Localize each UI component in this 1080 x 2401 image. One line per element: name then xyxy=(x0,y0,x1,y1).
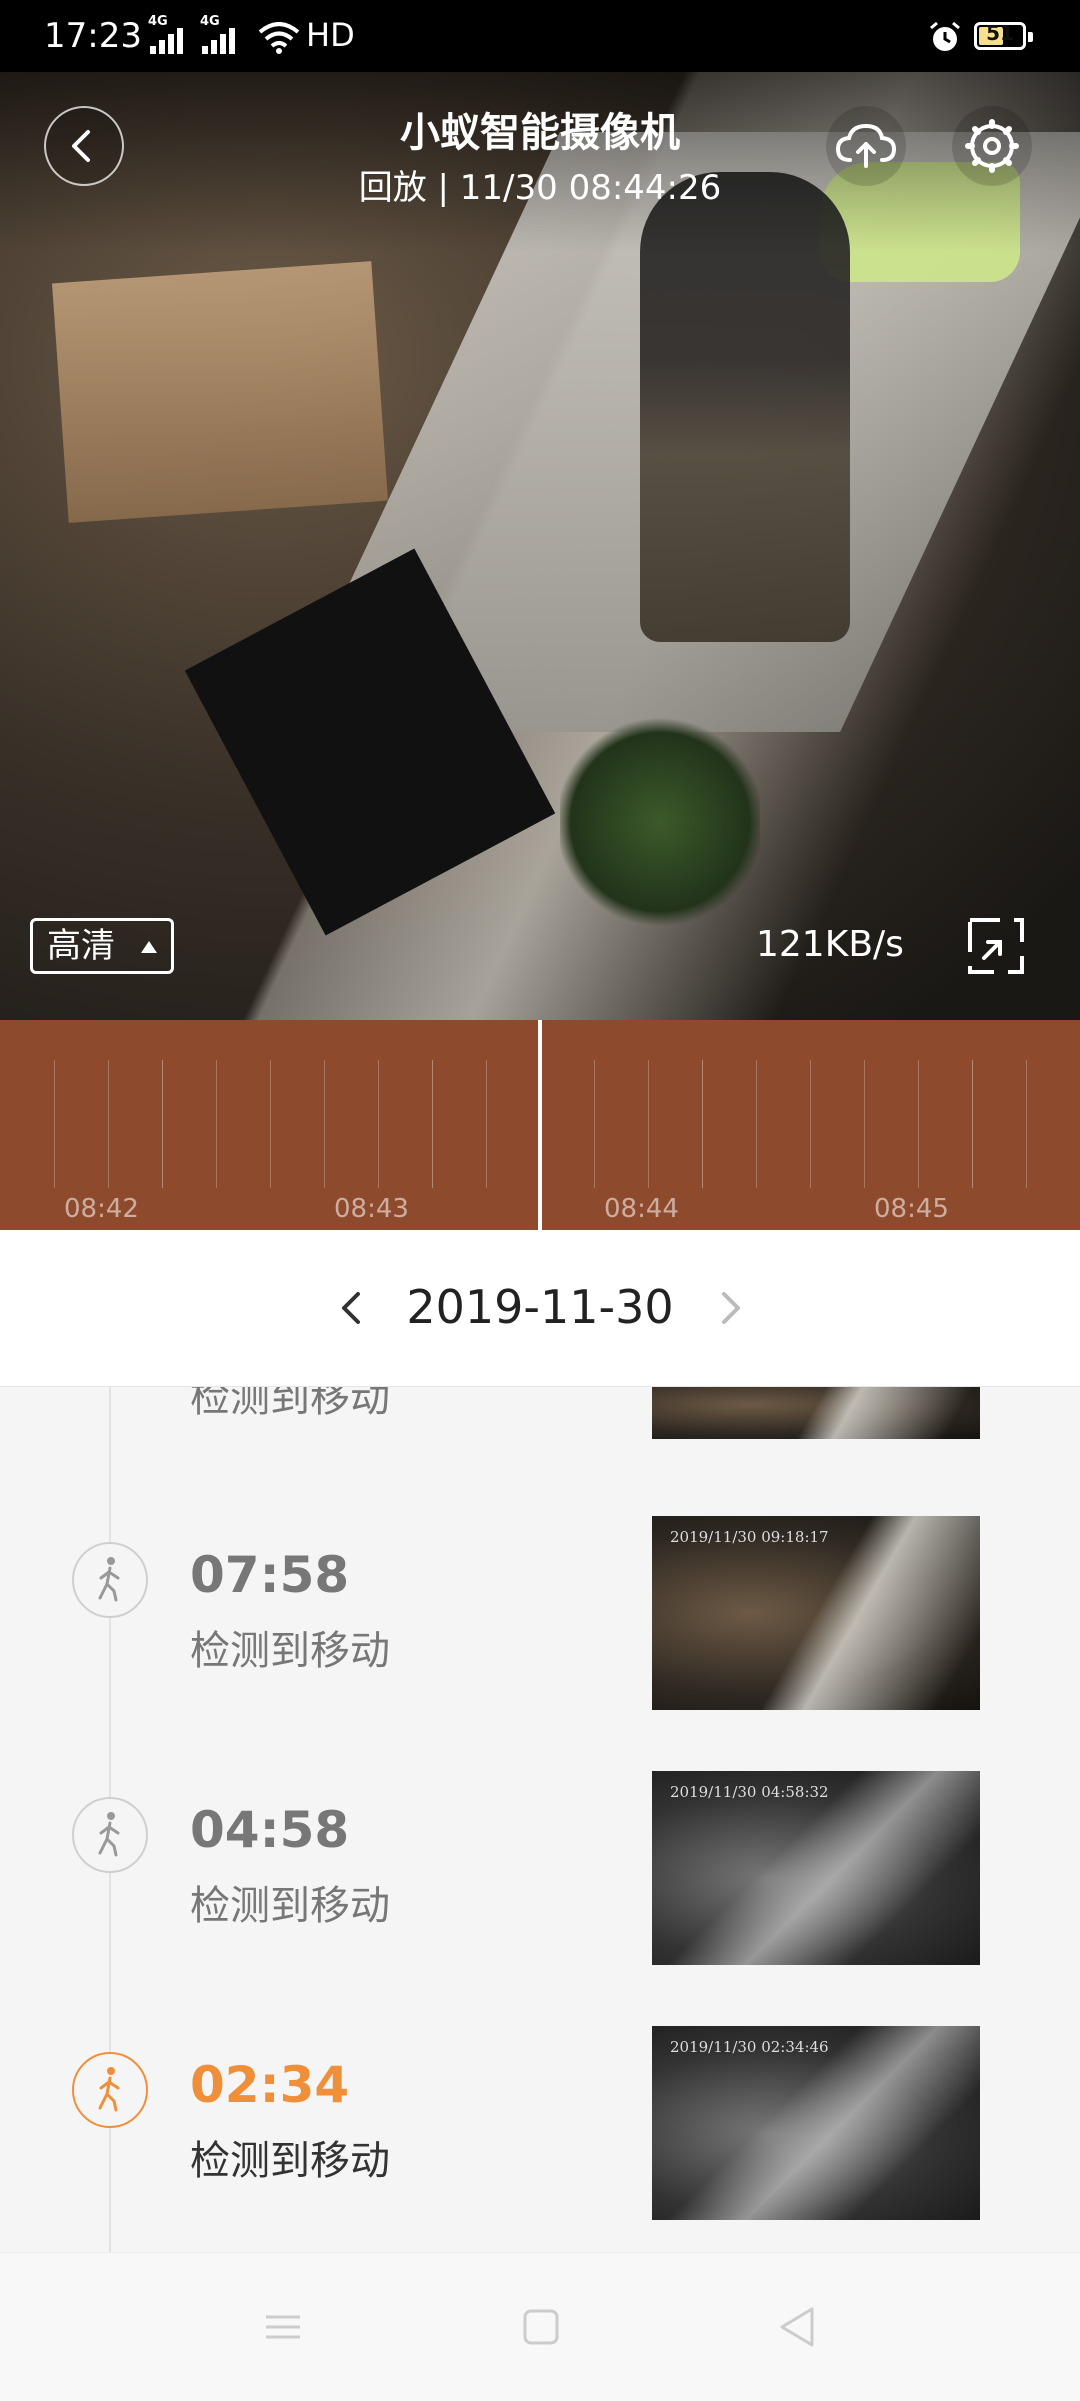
wifi-icon xyxy=(258,22,300,54)
thumbnail-timestamp: 2019/11/30 02:34:46 xyxy=(670,2038,829,2056)
timeline-label: 08:42 xyxy=(64,1194,139,1224)
timeline-tick xyxy=(702,1060,703,1188)
battery-icon: 51 xyxy=(974,21,1033,50)
list-item[interactable]: 07:58 检测到移动 2019/11/30 09:18:17 xyxy=(0,1516,1080,1726)
network-speed: 121KB/s xyxy=(756,924,904,965)
event-label: 检测到移动 xyxy=(190,2138,390,2184)
list-item-selected[interactable]: 02:34 检测到移动 2019/11/30 02:34:46 xyxy=(0,2026,1080,2236)
home-icon[interactable] xyxy=(516,2297,566,2357)
timeline-tick xyxy=(324,1060,325,1188)
event-label: 检测到移动 xyxy=(190,1883,390,1929)
event-time: 04:58 xyxy=(190,1801,350,1859)
alarm-clock-icon xyxy=(930,21,960,51)
timeline-tick xyxy=(378,1060,379,1188)
event-label: 检测到移动 xyxy=(190,1628,390,1674)
cloud-upload-button[interactable] xyxy=(826,106,906,186)
playback-info: 回放 | 11/30 08:44:26 xyxy=(358,168,722,208)
timeline-tick xyxy=(108,1060,109,1188)
timeline-tick xyxy=(162,1060,163,1188)
date-navigator: 2019-11-30 xyxy=(0,1230,1080,1387)
video-player[interactable]: 小蚁智能摄像机 回放 | 11/30 08:44:26 高清 121KB/s xyxy=(0,72,1080,1020)
system-navigation-bar xyxy=(0,2252,1080,2401)
timeline-tick xyxy=(54,1060,55,1188)
battery-level: 51 xyxy=(986,21,1014,45)
network-type-1: 4G xyxy=(148,14,168,29)
status-bar: 17:23 4G 4G HD 51 xyxy=(0,0,1080,72)
fullscreen-icon[interactable] xyxy=(964,914,1028,978)
event-thumbnail[interactable] xyxy=(652,1387,980,1439)
triangle-up-icon xyxy=(141,941,157,953)
timeline-tick xyxy=(972,1060,973,1188)
motion-event-icon xyxy=(72,1797,148,1873)
timeline-tick xyxy=(864,1060,865,1188)
thumbnail-timestamp: 2019/11/30 04:58:32 xyxy=(670,1783,829,1801)
timeline-label: 08:43 xyxy=(334,1194,409,1224)
camera-title: 小蚁智能摄像机 xyxy=(400,110,680,156)
timeline-tick xyxy=(270,1060,271,1188)
timeline-tick xyxy=(216,1060,217,1188)
motion-event-icon xyxy=(72,2052,148,2128)
network-type-2: 4G xyxy=(200,14,220,29)
video-scene-boxes xyxy=(52,261,388,523)
timeline-tick xyxy=(810,1060,811,1188)
settings-button[interactable] xyxy=(952,106,1032,186)
back-triangle-icon[interactable] xyxy=(772,2297,822,2357)
list-item[interactable]: 04:58 检测到移动 2019/11/30 04:58:32 xyxy=(0,1771,1080,1981)
event-label: 检测到移动 xyxy=(190,1387,390,1421)
event-thumbnail[interactable]: 2019/11/30 04:58:32 xyxy=(652,1771,980,1965)
hd-voice-label: HD xyxy=(306,16,355,54)
next-date-button[interactable] xyxy=(700,1278,760,1338)
motion-event-icon xyxy=(72,1542,148,1618)
timeline-tick xyxy=(432,1060,433,1188)
playback-timeline[interactable]: 08:42 08:43 08:44 08:45 xyxy=(0,1020,1080,1230)
timeline-tick xyxy=(594,1060,595,1188)
video-scene-plant xyxy=(560,712,760,932)
thumbnail-timestamp: 2019/11/30 09:18:17 xyxy=(670,1528,829,1546)
quality-label: 高清 xyxy=(47,926,115,966)
event-thumbnail[interactable]: 2019/11/30 02:34:46 xyxy=(652,2026,980,2220)
event-thumbnail[interactable]: 2019/11/30 09:18:17 xyxy=(652,1516,980,1710)
timeline-tick xyxy=(486,1060,487,1188)
cloud-upload-icon xyxy=(835,123,897,168)
event-time: 07:58 xyxy=(190,1546,350,1604)
timeline-tick xyxy=(648,1060,649,1188)
motion-events-list[interactable]: 检测到移动 07:58 检测到移动 2019/11/30 09:18:17 04… xyxy=(0,1387,1080,2252)
menu-icon[interactable] xyxy=(258,2297,308,2357)
timeline-label: 08:45 xyxy=(874,1194,949,1224)
gear-icon xyxy=(965,119,1019,173)
event-time: 02:34 xyxy=(190,2056,350,2114)
timeline-tick xyxy=(756,1060,757,1188)
timeline-tick xyxy=(1026,1060,1027,1188)
timeline-tick xyxy=(918,1060,919,1188)
timeline-cursor[interactable] xyxy=(538,1020,542,1230)
timeline-label: 08:44 xyxy=(604,1194,679,1224)
quality-selector[interactable]: 高清 xyxy=(30,918,174,974)
current-date: 2019-11-30 xyxy=(406,1280,674,1334)
status-time: 17:23 xyxy=(44,16,142,56)
